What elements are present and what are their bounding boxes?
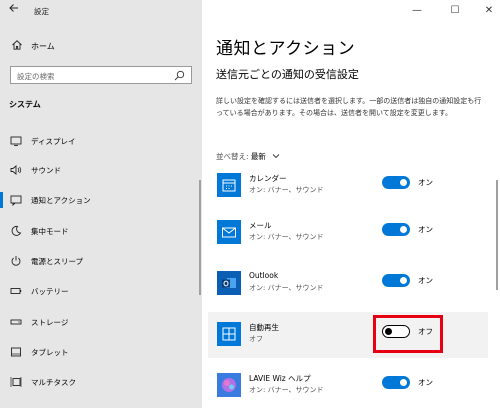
sidebar-item-label: ストレージ: [31, 318, 69, 327]
app-name: Outlook: [249, 271, 279, 280]
app-row-outlook[interactable]: Outlook オン: バナー、サウンド オン: [208, 261, 488, 307]
sidebar-item-notifications[interactable]: 通知とアクション: [0, 187, 202, 213]
app-row-mail[interactable]: メール オン: バナー、サウンド オン: [208, 210, 488, 256]
section-title: 送信元ごとの通知の受信設定: [216, 68, 359, 81]
sidebar-item-battery[interactable]: バッテリー: [0, 278, 202, 304]
sidebar-item-power[interactable]: 電源とスリープ: [0, 248, 202, 274]
toggle-state-label: オン: [418, 178, 433, 187]
calendar-icon: [217, 173, 241, 197]
sidebar-item-label: 通知とアクション: [31, 196, 91, 205]
search-icon: [174, 70, 185, 81]
sidebar-item-display[interactable]: ディスプレイ: [0, 128, 202, 154]
help-app-icon: [217, 373, 241, 397]
sidebar-item-label: 集中モード: [31, 227, 69, 236]
minimize-button[interactable]: —: [410, 4, 424, 18]
app-row-lavie-help[interactable]: LAVIE Wiz ヘルプ オン: バナー、サウンド オン: [208, 363, 488, 408]
sort-label: 並べ替え:: [216, 152, 249, 161]
sidebar-item-label: マルチタスク: [31, 378, 76, 387]
sidebar-item-label: サウンド: [31, 166, 61, 175]
toggle-state-label: オン: [418, 225, 433, 234]
sidebar-item-multitask[interactable]: マルチタスク: [0, 369, 202, 395]
nav-home-label: ホーム: [31, 42, 55, 51]
nav-section-title: システム: [9, 100, 41, 109]
sidebar-item-focus[interactable]: 集中モード: [0, 218, 202, 244]
app-name: カレンダー: [249, 174, 287, 183]
search-placeholder: 設定の検索: [17, 72, 55, 81]
app-status: オン: バナー、サウンド: [249, 386, 324, 394]
app-status: オン: バナー、サウンド: [249, 186, 324, 194]
power-icon: [11, 256, 21, 266]
multitask-icon: [10, 377, 22, 387]
search-input[interactable]: 設定の検索: [10, 66, 192, 84]
back-arrow-icon: [9, 4, 18, 12]
app-row-calendar[interactable]: カレンダー オン: バナー、サウンド オン: [208, 163, 488, 209]
sidebar-item-label: バッテリー: [31, 287, 69, 296]
speaker-icon: [10, 165, 22, 175]
sidebar-item-storage[interactable]: ストレージ: [0, 309, 202, 335]
tablet-icon: [11, 347, 21, 357]
outlook-icon: [217, 271, 241, 295]
toggle-state-label: オン: [418, 276, 433, 285]
app-name: LAVIE Wiz ヘルプ: [249, 374, 311, 383]
app-status: オン: バナー、サウンド: [249, 233, 324, 241]
sidebar-item-label: 電源とスリープ: [31, 257, 84, 266]
page-title: 通知とアクション: [216, 39, 356, 59]
app-status: オフ: [249, 335, 263, 343]
sidebar-item-tablet[interactable]: タブレット: [0, 339, 202, 365]
notification-toggle[interactable]: [382, 274, 410, 287]
notification-toggle[interactable]: [382, 176, 410, 189]
notification-icon: [10, 195, 22, 206]
content-scrollbar[interactable]: [496, 180, 498, 290]
home-icon: [12, 40, 22, 50]
autoplay-icon: [217, 322, 241, 346]
sidebar-item-sound[interactable]: サウンド: [0, 157, 202, 183]
sort-value: 最新: [250, 152, 266, 161]
app-name: 自動再生: [249, 323, 279, 332]
close-button[interactable]: ✕: [482, 4, 496, 18]
sort-dropdown[interactable]: 並べ替え: 最新: [216, 151, 280, 162]
app-row-autoplay[interactable]: 自動再生 オフ オフ: [208, 312, 488, 358]
maximize-button[interactable]: ☐: [448, 4, 462, 18]
nav-scrollbar[interactable]: [199, 180, 201, 295]
title-bar: 設定: [0, 0, 202, 22]
navigation-pane: 設定 ホーム 設定の検索 システム ディスプレイ サウンド 通知とアクション 集…: [0, 0, 202, 408]
battery-icon: [10, 288, 22, 294]
notification-toggle[interactable]: [382, 376, 410, 389]
sidebar-item-label: ディスプレイ: [31, 137, 76, 146]
app-status: オン: バナー、サウンド: [249, 284, 324, 292]
highlight-box: [373, 315, 443, 353]
notification-toggle[interactable]: [382, 223, 410, 236]
toggle-state-label: オン: [418, 378, 433, 387]
nav-home[interactable]: ホーム: [0, 36, 202, 56]
storage-icon: [10, 319, 22, 325]
app-name: メール: [249, 221, 272, 230]
moon-icon: [11, 225, 22, 236]
chevron-down-icon: [272, 153, 280, 161]
window-title: 設定: [34, 7, 49, 16]
section-description: 詳しい設定を確認するには送信者を選択します。一部の送信者は独自の通知設定も行って…: [216, 97, 482, 117]
mail-icon: [217, 220, 241, 244]
sidebar-item-label: タブレット: [31, 348, 69, 357]
display-icon: [10, 136, 22, 146]
back-button[interactable]: [6, 3, 22, 19]
